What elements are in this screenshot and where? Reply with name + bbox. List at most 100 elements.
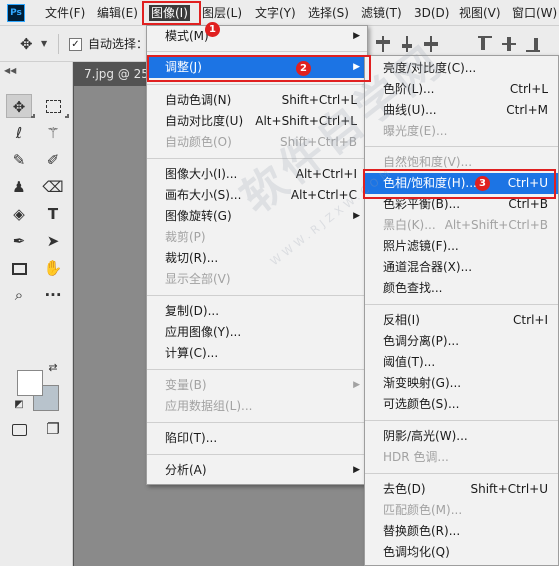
menu-item-desaturate[interactable]: 去色(D) Shift+Ctrl+U xyxy=(365,479,558,500)
menu-select[interactable]: 选择(S) xyxy=(308,5,349,21)
submenu-arrow-icon: ▶ xyxy=(353,31,360,41)
menu-view[interactable]: 视图(V) xyxy=(459,5,501,21)
type-tool-icon[interactable]: T xyxy=(40,202,66,226)
menu-window[interactable]: 窗口(W) xyxy=(512,5,557,21)
menu-item-calculations[interactable]: 计算(C)... xyxy=(147,343,367,364)
menu-divider xyxy=(147,369,367,370)
menu-item-equalize[interactable]: 色调均化(Q) xyxy=(365,542,558,563)
tool-group-corner-icon xyxy=(65,114,69,118)
document-tab[interactable]: 7.jpg @ 25% xyxy=(74,62,156,86)
menu-divider xyxy=(365,473,558,474)
menu-item-selective-color[interactable]: 可选颜色(S)... xyxy=(365,394,558,415)
marquee-tool-icon[interactable] xyxy=(40,94,66,118)
menu-3d[interactable]: 3D(D) xyxy=(414,5,449,21)
menu-item-crop: 裁剪(P) xyxy=(165,230,206,244)
pen-tool-icon[interactable]: ✒ xyxy=(6,229,32,253)
tools-panel: ◀◀ ✥ ℓ ⚚ ✎ ✐ ♟ ⌫ ◈ T ✒ ➤ ✋ ⌕ ··· ⇄ ◩ ❐ xyxy=(0,62,73,566)
menu-item-photo-filter[interactable]: 照片滤镜(F)... xyxy=(365,236,558,257)
hand-tool-icon[interactable]: ✋ xyxy=(40,256,66,280)
align-bottom-icon[interactable] xyxy=(526,36,540,52)
stamp-tool-icon[interactable]: ♟ xyxy=(6,175,32,199)
menu-item-trap[interactable]: 陷印(T)... xyxy=(147,428,367,449)
menu-divider xyxy=(365,146,558,147)
menu-item-levels[interactable]: 色阶(L)... Ctrl+L xyxy=(365,79,558,100)
magic-wand-tool-icon[interactable]: ⚚ xyxy=(40,121,66,145)
menu-item-duplicate[interactable]: 复制(D)... xyxy=(147,301,367,322)
menu-item-trim[interactable]: 裁切(R)... xyxy=(147,248,367,269)
menu-item-brightness-contrast[interactable]: 亮度/对比度(C)... xyxy=(365,58,558,79)
menu-item-analysis[interactable]: 分析(A) ▶ xyxy=(147,460,367,481)
foreground-color-swatch[interactable] xyxy=(17,370,43,396)
menu-item-apply-data-set: 应用数据组(L)... xyxy=(165,399,253,413)
menu-item-gradient-map[interactable]: 渐变映射(G)... xyxy=(365,373,558,394)
menu-item-image-size[interactable]: 图像大小(I)... Alt+Ctrl+I xyxy=(147,164,367,185)
adjustments-submenu: 亮度/对比度(C)... 色阶(L)... Ctrl+L 曲线(U)... Ctrl… xyxy=(364,55,559,566)
menu-divider xyxy=(365,420,558,421)
menu-layer[interactable]: 图层(L) xyxy=(202,5,242,21)
menu-divider xyxy=(147,158,367,159)
screen-mode-icon[interactable]: ❐ xyxy=(40,417,66,441)
move-tool-icon[interactable]: ✥ xyxy=(6,94,32,118)
align-center-icon[interactable] xyxy=(400,36,414,52)
collapse-icon[interactable]: ◀◀ xyxy=(4,66,16,75)
menu-item-posterize[interactable]: 色调分离(P)... xyxy=(365,331,558,352)
align-left-icon[interactable] xyxy=(376,36,390,52)
path-selection-tool-icon[interactable]: ➤ xyxy=(40,229,66,253)
menu-item-image-rotation[interactable]: 图像旋转(G) ▶ xyxy=(147,206,367,227)
menu-item-replace-color[interactable]: 替换颜色(R)... xyxy=(365,521,558,542)
default-colors-icon[interactable]: ◩ xyxy=(12,398,26,412)
menu-item-apply-image[interactable]: 应用图像(Y)... xyxy=(147,322,367,343)
menu-file[interactable]: 文件(F) xyxy=(45,5,85,21)
menu-item-curves[interactable]: 曲线(U)... Ctrl+M xyxy=(365,100,558,121)
eraser-tool-icon[interactable]: ⌫ xyxy=(40,175,66,199)
swap-colors-icon[interactable]: ⇄ xyxy=(44,360,62,376)
menu-item-color-lookup[interactable]: 颜色查找... xyxy=(365,278,558,299)
divider xyxy=(58,34,59,54)
menu-type[interactable]: 文字(Y) xyxy=(255,5,296,21)
lasso-tool-icon[interactable]: ℓ xyxy=(6,121,32,145)
menu-divider xyxy=(147,422,367,423)
menu-item-variables: 变量(B) ▶ xyxy=(147,375,367,396)
annotation-badge-1: 1 xyxy=(205,22,220,37)
brush-tool-icon[interactable]: ✐ xyxy=(40,148,66,172)
menu-item-shadows-highlights[interactable]: 阴影/高光(W)... xyxy=(365,426,558,447)
menu-item-exposure: 曝光度(E)... xyxy=(383,124,448,138)
menu-item-auto-tone[interactable]: 自动色调(N) Shift+Ctrl+L xyxy=(147,90,367,111)
eyedropper-tool-icon[interactable]: ✎ xyxy=(6,148,32,172)
image-menu: 模式(M) ▶ 调整(J) ▶ 自动色调(N) Shift+Ctrl+L 自动对比度(… xyxy=(146,25,368,485)
annotation-badge-3: 3 xyxy=(475,176,490,191)
menu-edit[interactable]: 编辑(E) xyxy=(97,5,138,21)
menu-item-match-color: 匹配颜色(M)... xyxy=(383,503,463,517)
rectangle-tool-icon[interactable] xyxy=(6,256,32,280)
align-vcenter-icon[interactable] xyxy=(502,36,516,52)
quick-mask-icon[interactable] xyxy=(6,417,32,441)
align-top-icon[interactable] xyxy=(478,36,492,52)
auto-select-label: 自动选择： xyxy=(88,37,149,51)
auto-select-checkbox[interactable]: ✓ xyxy=(69,38,82,51)
menu-item-canvas-size[interactable]: 画布大小(S)... Alt+Ctrl+C xyxy=(147,185,367,206)
photoshop-logo: Ps xyxy=(7,4,25,22)
menu-item-reveal-all: 显示全部(V) xyxy=(165,272,231,286)
annotation-box-adjustments xyxy=(147,55,371,82)
menu-item-channel-mixer[interactable]: 通道混合器(X)... xyxy=(365,257,558,278)
menu-item-mode[interactable]: 模式(M) ▶ xyxy=(147,26,367,47)
menu-item-auto-contrast[interactable]: 自动对比度(U) Alt+Shift+Ctrl+L xyxy=(147,111,367,132)
paint-bucket-tool-icon[interactable]: ◈ xyxy=(6,202,32,226)
menu-item-threshold[interactable]: 阈值(T)... xyxy=(365,352,558,373)
menu-divider xyxy=(147,51,367,52)
menu-divider xyxy=(147,84,367,85)
move-tool-preset-icon[interactable]: ✥ xyxy=(20,36,33,52)
submenu-arrow-icon: ▶ xyxy=(353,380,360,390)
menu-item-invert[interactable]: 反相(I) Ctrl+I xyxy=(365,310,558,331)
chevron-down-icon[interactable]: ▼ xyxy=(41,39,47,48)
menu-bar: Ps 文件(F) 编辑(E) 图像(I) 图层(L) 文字(Y) 选择(S) 滤… xyxy=(0,0,559,26)
more-tools-icon[interactable]: ··· xyxy=(40,283,66,307)
menu-item-black-white: 黑白(K)... Alt+Shift+Ctrl+B xyxy=(383,218,548,232)
menu-filter[interactable]: 滤镜(T) xyxy=(361,5,402,21)
zoom-tool-icon[interactable]: ⌕ xyxy=(6,283,32,307)
annotation-box-hue-saturation xyxy=(363,169,556,199)
annotation-box-image-menu xyxy=(142,1,201,25)
align-right-icon[interactable] xyxy=(424,36,438,52)
submenu-arrow-icon: ▶ xyxy=(353,465,360,475)
menu-divider xyxy=(147,454,367,455)
